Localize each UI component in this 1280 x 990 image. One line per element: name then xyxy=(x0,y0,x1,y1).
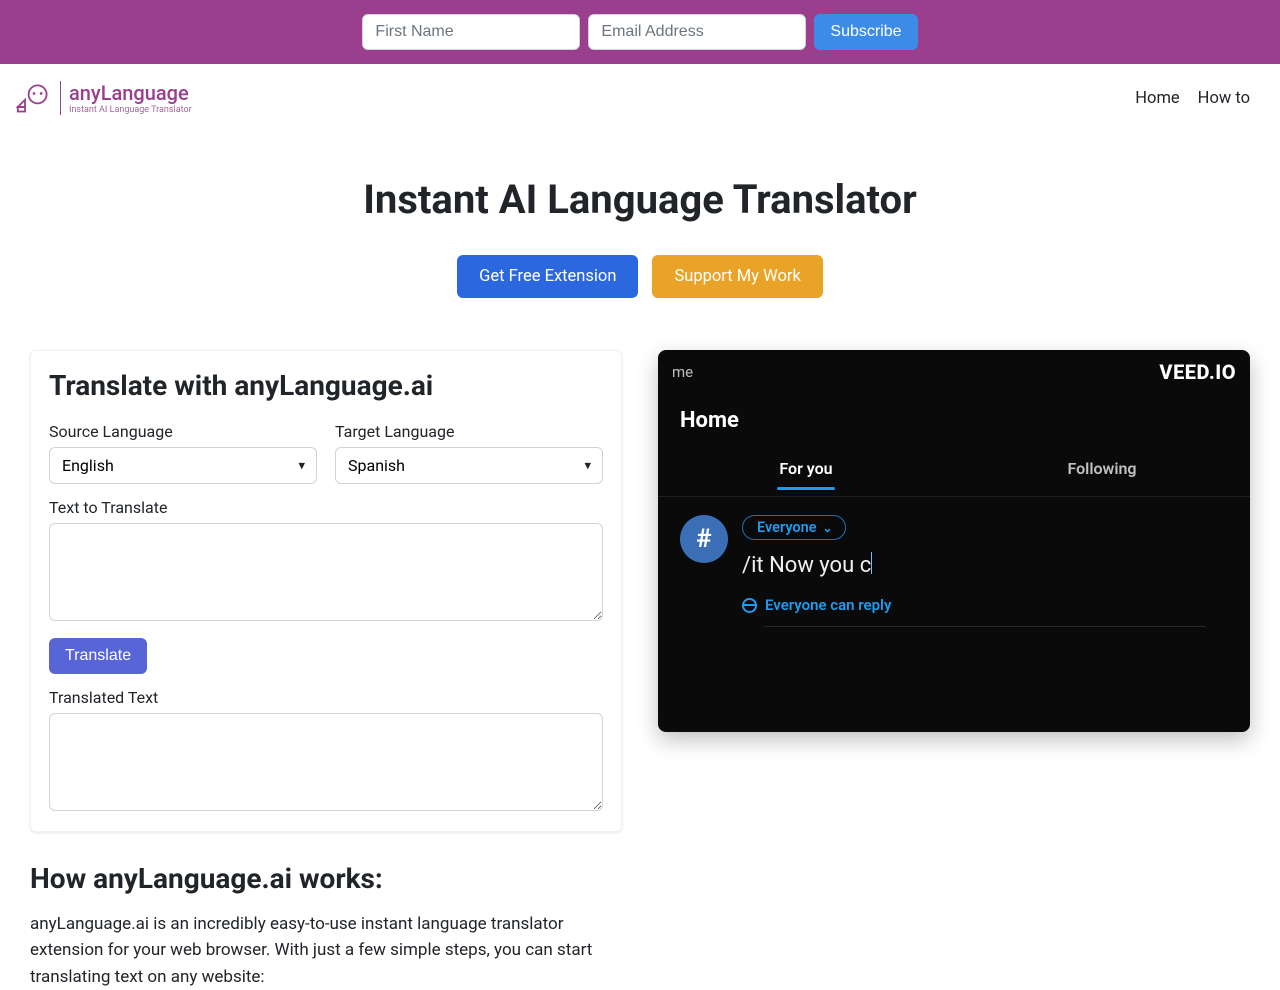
demo-home-heading: Home xyxy=(658,390,1250,447)
audience-label: Everyone xyxy=(757,519,817,536)
globe-icon xyxy=(742,598,757,613)
get-extension-button[interactable]: Get Free Extension xyxy=(457,255,638,298)
logo[interactable]: anyLanguage Instant AI Language Translat… xyxy=(16,80,192,116)
card-title: Translate with anyLanguage.ai xyxy=(49,369,603,402)
demo-panel: me VEED.IO Home For you Following # Ever… xyxy=(658,350,1250,732)
demo-tabs: For you Following xyxy=(658,447,1250,490)
brand-tagline: Instant AI Language Translator xyxy=(69,105,192,115)
source-language-label: Source Language xyxy=(49,422,317,441)
brand-name: anyLanguage xyxy=(69,81,192,105)
subscribe-button[interactable]: Subscribe xyxy=(814,14,917,50)
translate-button[interactable]: Translate xyxy=(49,638,147,674)
avatar: # xyxy=(680,515,728,563)
demo-tab-following[interactable]: Following xyxy=(954,447,1250,490)
source-language-select[interactable]: English xyxy=(49,447,317,484)
first-name-input[interactable] xyxy=(362,14,580,50)
translate-card: Translate with anyLanguage.ai Source Lan… xyxy=(30,350,622,832)
hero: Instant AI Language Translator Get Free … xyxy=(0,132,1280,326)
text-to-translate-label: Text to Translate xyxy=(49,498,603,517)
brand-icon xyxy=(16,80,52,116)
translated-text-output[interactable] xyxy=(49,713,603,811)
how-body: anyLanguage.ai is an incredibly easy-to-… xyxy=(30,911,624,990)
nav-howto[interactable]: How to xyxy=(1198,89,1250,108)
veed-watermark: VEED.IO xyxy=(1159,360,1236,384)
audience-pill[interactable]: Everyone ⌄ xyxy=(742,515,846,540)
navbar: anyLanguage Instant AI Language Translat… xyxy=(0,64,1280,132)
support-button[interactable]: Support My Work xyxy=(652,255,822,298)
how-section: How anyLanguage.ai works: anyLanguage.ai… xyxy=(0,842,654,990)
demo-frame: me VEED.IO Home For you Following # Ever… xyxy=(658,350,1250,732)
demo-divider xyxy=(764,626,1206,628)
target-language-select[interactable]: Spanish xyxy=(335,447,603,484)
nav-home[interactable]: Home xyxy=(1135,89,1179,108)
hero-title: Instant AI Language Translator xyxy=(0,176,1280,223)
reply-label: Everyone can reply xyxy=(765,596,891,614)
how-title: How anyLanguage.ai works: xyxy=(30,862,624,895)
demo-tab-foryou[interactable]: For you xyxy=(658,447,954,490)
subscribe-bar: Subscribe xyxy=(0,0,1280,64)
email-input[interactable] xyxy=(588,14,806,50)
nav-links: Home How to xyxy=(1135,89,1264,108)
text-to-translate-input[interactable] xyxy=(49,523,603,621)
target-language-label: Target Language xyxy=(335,422,603,441)
logo-divider xyxy=(60,81,61,115)
translated-text-label: Translated Text xyxy=(49,688,603,707)
reply-setting[interactable]: Everyone can reply xyxy=(742,596,1228,614)
demo-me-label: me xyxy=(672,363,693,381)
compose-text[interactable]: /it Now you c xyxy=(742,552,1228,578)
chevron-down-icon: ⌄ xyxy=(823,521,833,535)
